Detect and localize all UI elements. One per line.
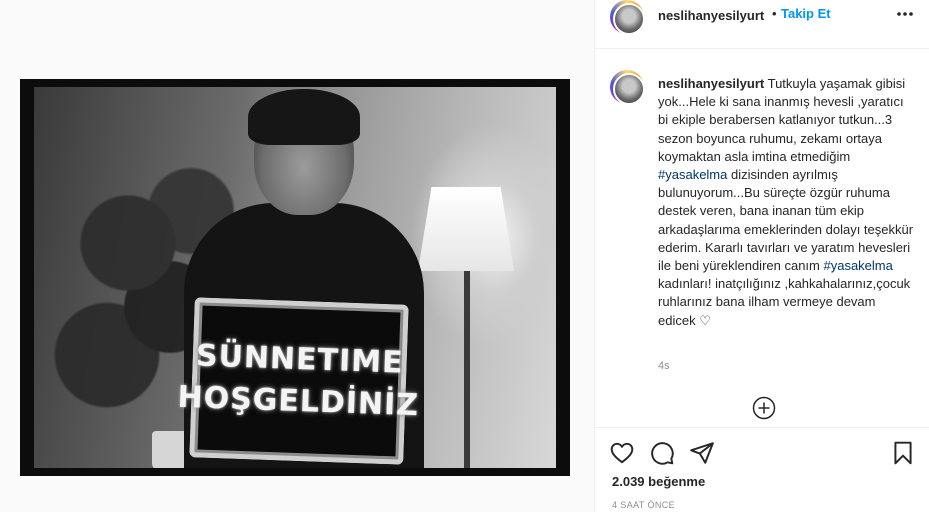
comment-icon[interactable] bbox=[649, 440, 675, 466]
lamp-pole bbox=[464, 271, 470, 468]
hashtag-link[interactable]: #yasakelma bbox=[658, 167, 727, 182]
like-count[interactable]: 2.039 beğenme bbox=[612, 474, 705, 489]
lamp-illustration bbox=[418, 187, 514, 271]
avatar[interactable] bbox=[610, 0, 645, 35]
separator-dot: • bbox=[772, 6, 777, 21]
more-horizontal-icon[interactable] bbox=[895, 4, 915, 24]
caption-body-3: kadınları! inatçılığınız ,kahkahalarınız… bbox=[658, 276, 911, 328]
plus-circle-icon[interactable] bbox=[752, 396, 776, 420]
sign-line-2: HOŞGELDİNİZ bbox=[176, 379, 420, 424]
caption-timestamp: 4s bbox=[658, 360, 670, 372]
glitter-sign: SÜNNETIME HOŞGELDİNİZ bbox=[177, 297, 420, 465]
action-bar: 2.039 beğenme 4 SAAT ÖNCE bbox=[595, 427, 929, 512]
media-pane: SÜNNETIME HOŞGELDİNİZ bbox=[0, 0, 594, 512]
follow-button[interactable]: Takip Et bbox=[781, 6, 831, 21]
caption-avatar[interactable] bbox=[610, 70, 645, 105]
person-hair bbox=[248, 89, 360, 145]
share-icon[interactable] bbox=[689, 440, 715, 466]
caption-username[interactable]: neslihanyesilyurt bbox=[658, 76, 764, 91]
caption-text: neslihanyesilyurt Tutkuyla yaşamak gibis… bbox=[658, 75, 916, 330]
caption-area: neslihanyesilyurt Tutkuyla yaşamak gibis… bbox=[595, 50, 929, 424]
post-header: neslihanyesilyurt • Takip Et bbox=[595, 0, 929, 49]
post-sidebar: neslihanyesilyurt • Takip Et neslihanyes… bbox=[594, 0, 929, 512]
photo-scene: SÜNNETIME HOŞGELDİNİZ bbox=[34, 87, 556, 468]
hashtag-link[interactable]: #yasakelma bbox=[823, 258, 892, 273]
sign-line-1: SÜNNETIME bbox=[195, 338, 405, 381]
post-age: 4 SAAT ÖNCE bbox=[612, 500, 676, 510]
header-username[interactable]: neslihanyesilyurt bbox=[658, 8, 764, 23]
heart-icon[interactable] bbox=[609, 440, 635, 466]
post-image[interactable]: SÜNNETIME HOŞGELDİNİZ bbox=[20, 79, 570, 476]
bookmark-icon[interactable] bbox=[890, 440, 916, 466]
